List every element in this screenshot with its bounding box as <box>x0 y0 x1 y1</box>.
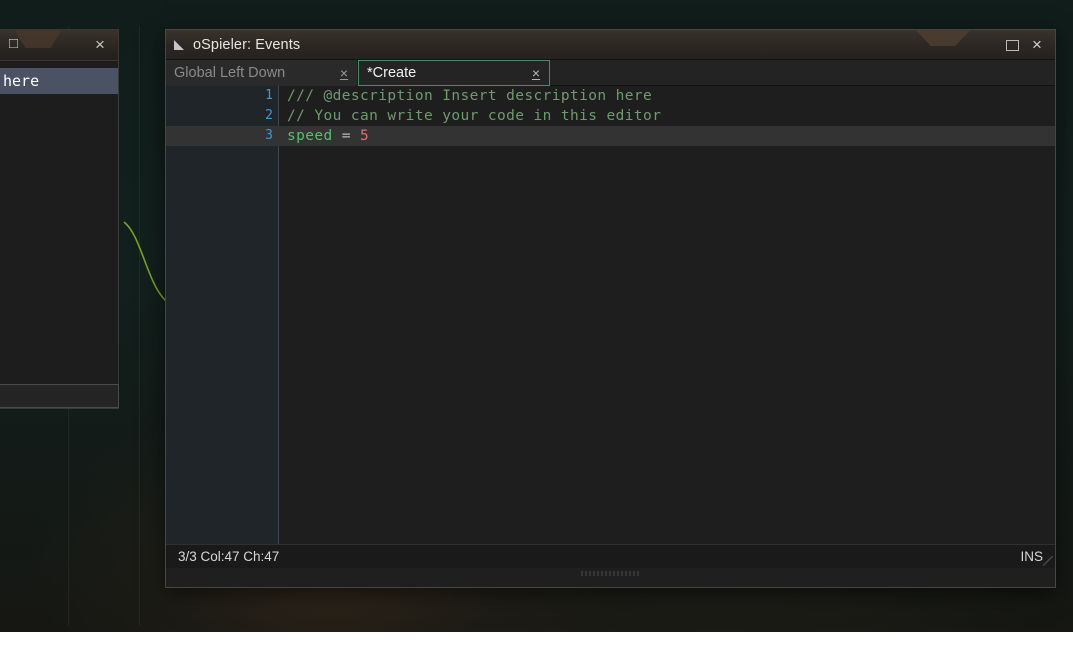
window-title: oSpieler: Events <box>193 36 301 53</box>
desktop-background: □ × here oSpieler: Events × Global Left … <box>0 0 1073 632</box>
window-icon: □ <box>9 35 19 52</box>
resize-triangle-icon <box>173 38 186 51</box>
close-button[interactable]: × <box>1027 35 1047 55</box>
code-token: = <box>332 128 361 144</box>
left-window-titlebar[interactable]: □ × <box>0 29 119 61</box>
code-lines-container[interactable]: 1 /// @description Insert description her… <box>166 86 1055 146</box>
line-number: 2 <box>265 108 273 123</box>
editor-tabbar[interactable]: Global Left Down × *Create × <box>166 60 1055 86</box>
insert-mode-status: INS <box>1020 549 1043 564</box>
maximize-button[interactable] <box>1002 35 1022 55</box>
tab-create[interactable]: *Create × <box>358 60 550 86</box>
code-line[interactable]: 1 /// @description Insert description her… <box>166 86 1055 106</box>
left-window-footer-field[interactable] <box>0 384 119 408</box>
tab-close-icon[interactable]: × <box>331 65 357 81</box>
tab-label: *Create <box>367 65 417 81</box>
maximize-icon <box>1005 40 1019 51</box>
code-line-text: // You can write your code in this edito… <box>287 106 661 126</box>
status-bar: 3/3 Col:47 Ch:47 INS <box>166 544 1055 576</box>
resize-grip[interactable] <box>1043 556 1053 566</box>
line-number: 1 <box>265 88 273 103</box>
line-number: 3 <box>265 128 273 143</box>
window-drag-handle[interactable] <box>580 571 641 576</box>
close-icon[interactable]: × <box>90 35 110 55</box>
code-line-text: speed = 5 <box>287 126 369 146</box>
code-token: 5 <box>360 128 370 144</box>
code-editor[interactable]: › 1/// @description Insert description h… <box>166 86 1055 544</box>
tab-close-icon[interactable]: × <box>523 65 549 81</box>
tab-global-left-down[interactable]: Global Left Down × <box>166 60 358 86</box>
events-titlebar[interactable]: oSpieler: Events × <box>166 30 1055 60</box>
code-line-text: /// @description Insert description here <box>287 86 652 106</box>
tab-label: Global Left Down <box>174 65 286 81</box>
cursor-position-status: 3/3 Col:47 Ch:47 <box>178 549 280 564</box>
titlebar-notch-shape <box>915 30 971 46</box>
editor-linenumber-gutter <box>218 86 279 544</box>
editor-marker-gutter[interactable] <box>166 86 218 544</box>
left-window-list[interactable]: here <box>0 62 119 384</box>
code-line[interactable]: 2 // You can write your code in this edit… <box>166 106 1055 126</box>
background-separator <box>139 26 140 626</box>
code-token: /// @description Insert description here <box>287 88 653 104</box>
list-item[interactable]: here <box>0 68 118 94</box>
code-token: speed <box>287 128 333 144</box>
events-window: oSpieler: Events × Global Left Down × *C… <box>165 29 1056 588</box>
code-token: // You can write your code in this edito… <box>287 108 662 124</box>
code-line[interactable]: 3 speed = 5 <box>166 126 1055 146</box>
